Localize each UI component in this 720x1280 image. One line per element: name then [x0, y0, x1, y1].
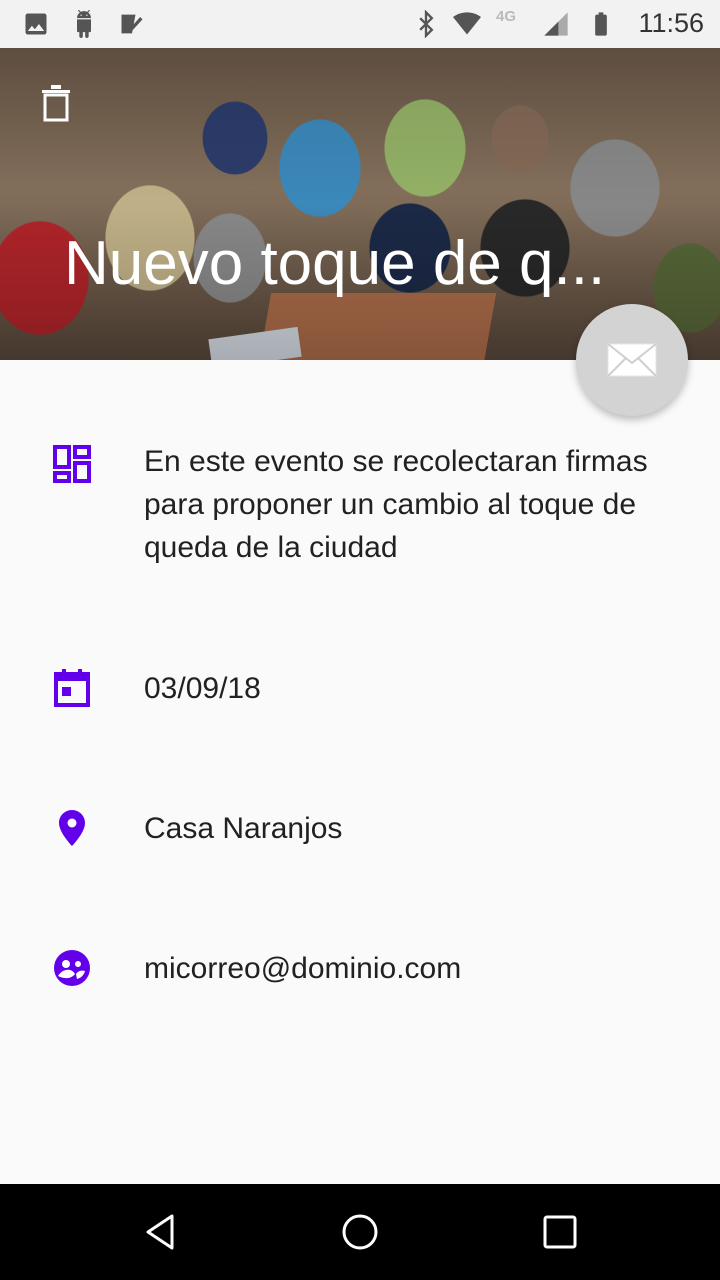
event-date: 03/09/18: [144, 672, 261, 705]
battery-icon: [595, 12, 607, 36]
wifi-icon: [453, 12, 481, 35]
recents-icon[interactable]: [540, 1212, 580, 1252]
contact-icon: [54, 950, 90, 986]
checklist-icon: [121, 14, 143, 34]
envelope-icon: [607, 343, 657, 377]
home-icon[interactable]: [340, 1212, 380, 1252]
status-clock: 11:56: [638, 8, 704, 38]
event-description: En este evento se recolectaran firmas pa…: [144, 445, 648, 564]
signal-icon: [544, 12, 568, 36]
dashboard-icon: [53, 445, 91, 483]
trash-icon[interactable]: [40, 84, 72, 122]
calendar-icon: [54, 669, 90, 707]
image-icon: [25, 13, 47, 35]
send-email-button[interactable]: [576, 304, 688, 416]
event-title: Nuevo toque de q...: [64, 229, 606, 298]
event-location: Casa Naranjos: [144, 812, 343, 845]
android-icon: [77, 10, 91, 38]
back-icon[interactable]: [140, 1212, 180, 1252]
location-pin-icon: [59, 810, 85, 846]
status-bar: 4G 11:56: [0, 0, 720, 48]
bluetooth-icon: [419, 10, 434, 38]
network-type-label: 4G: [496, 8, 517, 25]
event-email: micorreo@dominio.com: [144, 952, 462, 985]
navigation-bar: [0, 1184, 720, 1280]
